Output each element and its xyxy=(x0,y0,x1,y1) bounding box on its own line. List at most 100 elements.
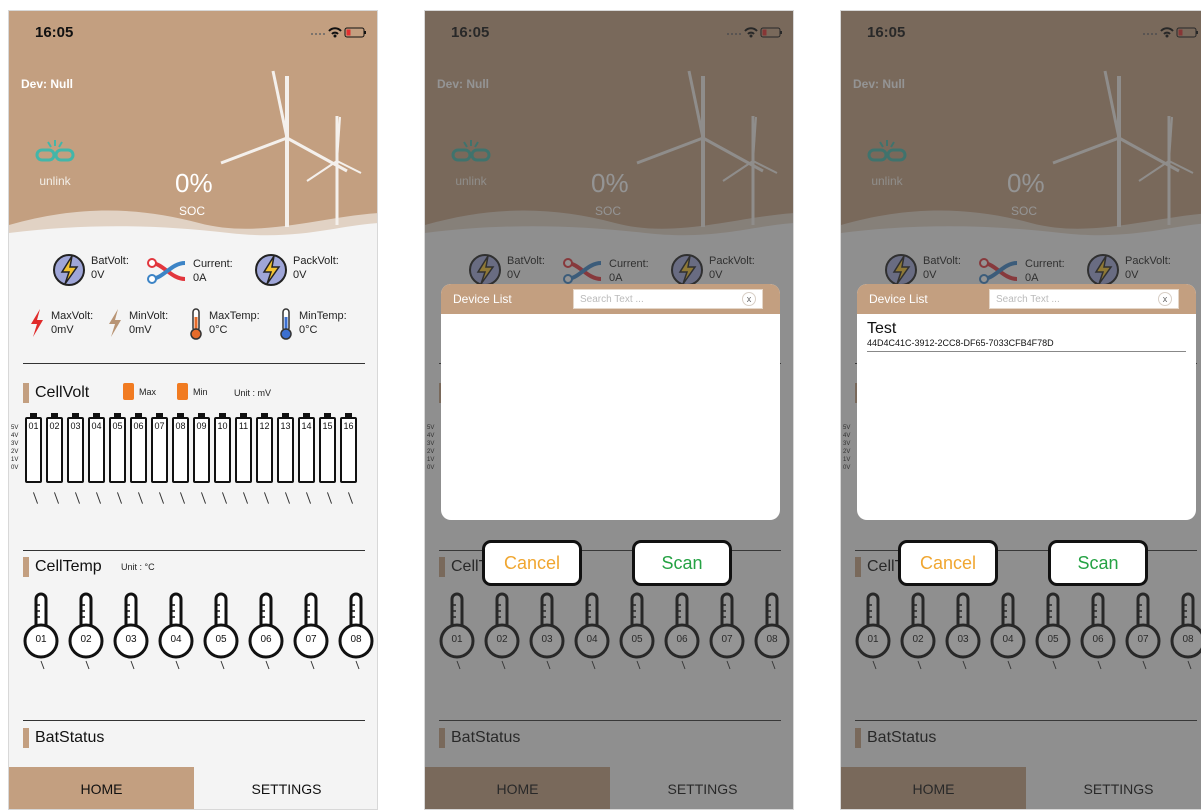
cell-value-dash xyxy=(74,492,81,504)
batvolt-label: BatVolt: xyxy=(91,255,129,267)
search-placeholder: Search Text ... xyxy=(580,293,644,305)
soc-label: SOC xyxy=(179,204,206,218)
cellvolt-legend-min: Min xyxy=(177,383,208,400)
maxtemp-value: 0°C xyxy=(209,324,228,336)
batstatus-section-title: BatStatus xyxy=(23,728,104,748)
maxvolt-value: 0mV xyxy=(51,324,74,336)
cell-battery-cap xyxy=(345,413,352,418)
cell-battery: 08 xyxy=(172,413,189,483)
cell-number: 04 xyxy=(91,421,102,431)
search-input[interactable]: Search Text ... x xyxy=(573,289,763,309)
cell-value-dash xyxy=(347,492,354,504)
minvolt-label: MinVolt: xyxy=(129,310,169,322)
cell-number: 03 xyxy=(70,421,81,431)
cell-battery-cap xyxy=(114,413,121,418)
voltage-scale-label: 0V xyxy=(11,465,19,471)
cell-battery: 10 xyxy=(214,413,231,483)
cell-value-dash xyxy=(326,492,333,504)
cell-number: 13 xyxy=(280,421,291,431)
cellvolt-title: CellVolt xyxy=(35,384,90,401)
bolt-circle-icon xyxy=(53,254,85,286)
temp-sensor: 04 xyxy=(158,591,194,676)
temp-sensor: 02 xyxy=(68,591,104,676)
cell-battery-cap xyxy=(51,413,58,418)
maxvolt-metric: MaxVolt: 0mV xyxy=(27,307,93,339)
cell-value-dash xyxy=(158,492,165,504)
legend-max-label: Max xyxy=(139,386,157,397)
thermometer-icon xyxy=(23,592,59,670)
cell-number: 10 xyxy=(217,421,228,431)
link-status-label: unlink xyxy=(39,174,71,188)
phone-device-list-found: 16:05 Dev: Null unlink xyxy=(840,10,1201,810)
cell-battery-cap xyxy=(261,413,268,418)
clear-search-icon[interactable]: x xyxy=(1158,292,1172,306)
soc-value: 0% xyxy=(175,168,213,198)
cell-number: 06 xyxy=(133,421,144,431)
celltemp-section-title: CellTemp xyxy=(23,557,102,577)
temp-sensor: 05 xyxy=(203,591,239,676)
cell-battery-cap xyxy=(72,413,79,418)
packvolt-value: 0V xyxy=(293,269,307,281)
cancel-button[interactable]: Cancel xyxy=(898,540,998,586)
thermometer-icon xyxy=(113,592,149,670)
broken-chain-icon xyxy=(35,140,75,162)
temp-sensor: 07 xyxy=(293,591,329,676)
dialog-title: Device List xyxy=(869,292,928,306)
section-marker xyxy=(23,728,29,748)
cell-value-dash xyxy=(263,492,270,504)
search-input[interactable]: Search Text ... x xyxy=(989,289,1179,309)
thermometer-icon xyxy=(68,592,104,670)
temp-sensor-number: 01 xyxy=(35,634,47,645)
cell-battery: 06 xyxy=(130,413,147,483)
voltage-scale-label: 1V xyxy=(11,457,19,463)
cell-battery-cap xyxy=(240,413,247,418)
device-list-dialog: Device List Search Text ... x Test 44D4C… xyxy=(857,284,1196,520)
cell-battery-cap xyxy=(93,413,100,418)
cell-battery: 16 xyxy=(340,413,357,483)
divider xyxy=(23,550,365,551)
phone-home: 16:05 Dev: Null unlink 0% SOC BatVolt: 0… xyxy=(8,10,378,810)
tab-settings[interactable]: SETTINGS xyxy=(194,767,377,809)
scan-button[interactable]: Scan xyxy=(1048,540,1148,586)
mintemp-label: MinTemp: xyxy=(299,310,347,322)
device-item-name: Test xyxy=(867,320,897,337)
status-icons xyxy=(311,27,366,38)
tab-home[interactable]: HOME xyxy=(9,767,194,809)
link-toggle[interactable]: unlink xyxy=(35,139,75,188)
cell-value-dash xyxy=(200,492,207,504)
temp-sensor-number: 03 xyxy=(125,634,137,645)
temp-sensor-number: 04 xyxy=(170,634,182,645)
cell-value-dash xyxy=(221,492,228,504)
cell-battery-cap xyxy=(282,413,289,418)
thermometer-icon xyxy=(203,592,239,670)
batvolt-metric: BatVolt: 0V xyxy=(51,252,129,288)
cell-battery-cap xyxy=(324,413,331,418)
scan-button[interactable]: Scan xyxy=(632,540,732,586)
voltage-scale: 5V 4V 3V 2V 1V 0V xyxy=(11,424,18,472)
cell-battery: 09 xyxy=(193,413,210,483)
cell-number: 15 xyxy=(322,421,333,431)
thermometer-icon xyxy=(248,592,284,670)
cell-battery: 14 xyxy=(298,413,315,483)
cancel-button[interactable]: Cancel xyxy=(482,540,582,586)
cell-number: 08 xyxy=(175,421,186,431)
thermometer-icon xyxy=(293,592,329,670)
voltage-scale-label: 3V xyxy=(11,441,19,447)
clear-search-icon[interactable]: x xyxy=(742,292,756,306)
cell-value-dash xyxy=(179,492,186,504)
search-placeholder: Search Text ... xyxy=(996,293,1060,305)
legend-min-label: Min xyxy=(193,386,208,397)
temp-sensor-number: 07 xyxy=(305,634,317,645)
current-wave-icon xyxy=(147,258,186,284)
device-list-item[interactable]: Test 44D4C41C-3912-2CC8-DF65-7033CFB4F78… xyxy=(867,320,1186,352)
packvolt-label: PackVolt: xyxy=(293,255,339,267)
current-value: 0A xyxy=(193,272,207,284)
cell-number: 09 xyxy=(196,421,207,431)
cell-battery-cap xyxy=(30,413,37,418)
temp-sensor: 06 xyxy=(248,591,284,676)
min-battery-icon xyxy=(177,383,188,400)
cellvolt-unit: Unit : mV xyxy=(234,388,272,398)
dialog-title: Device List xyxy=(453,292,512,306)
device-list xyxy=(441,314,780,520)
device-list-dialog: Device List Search Text ... x xyxy=(441,284,780,520)
